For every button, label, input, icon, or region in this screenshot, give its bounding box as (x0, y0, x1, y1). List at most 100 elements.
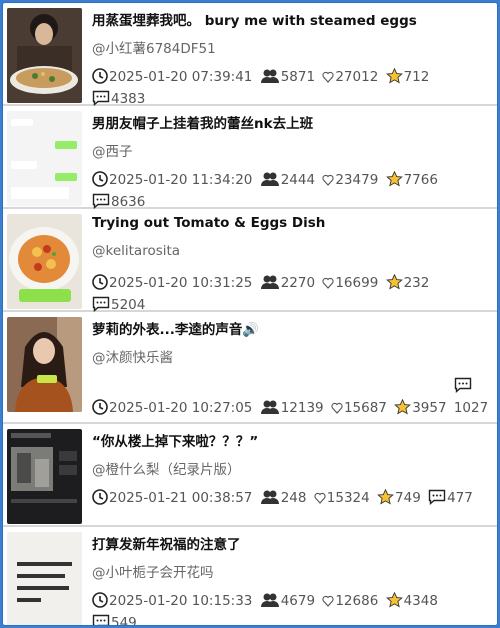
comment-count-text: 1027 (453, 400, 489, 416)
comment-icon (428, 489, 446, 505)
comment-icon (92, 90, 110, 106)
text-card-image (7, 532, 82, 625)
star-count: 232 (385, 272, 429, 294)
star-count-text: 4348 (403, 593, 438, 609)
users-icon (260, 172, 279, 186)
like-count-text: 15324 (326, 490, 370, 506)
heart-icon (322, 595, 334, 607)
post-title[interactable]: “你从楼上掉下来啦？？？” (92, 430, 491, 450)
post-thumbnail[interactable] (7, 429, 82, 524)
post-author[interactable]: @小红薯6784DF51 (92, 37, 216, 57)
users-icon (260, 490, 279, 504)
users-icon (260, 275, 279, 289)
post-stats: 2025-01-20 10:27:05 12139 15687 3957 102… (92, 375, 492, 419)
food-photo-image (7, 8, 82, 103)
post-thumbnail[interactable] (7, 8, 82, 103)
star-count: 4348 (385, 590, 438, 612)
heart-icon (322, 277, 334, 289)
post-card[interactable]: 打算发新年祝福的注意了 @小叶栀子会开花吗 2025-01-20 10:15:3… (3, 527, 497, 625)
heart-icon (331, 402, 343, 414)
post-title[interactable]: 萝莉的外表...李逵的声音🔊 (92, 318, 491, 338)
users-icon (260, 69, 279, 83)
like-count-text: 15687 (343, 400, 387, 416)
comment-count-text: 8636 (111, 194, 146, 210)
clock-icon (92, 399, 108, 415)
video-screenshot-image (7, 429, 82, 524)
star-icon (385, 171, 403, 187)
post-time: 2025-01-20 11:34:20 (92, 169, 252, 191)
like-count-text: 23479 (335, 172, 379, 188)
post-time: 2025-01-21 00:38:57 (92, 487, 252, 509)
like-count: 15324 (314, 487, 370, 509)
like-count-text: 27012 (335, 69, 379, 85)
collect-count: 2270 (260, 272, 315, 294)
heart-icon (314, 492, 326, 504)
post-author[interactable]: @kelitarosita (92, 243, 180, 259)
post-time: 2025-01-20 10:27:05 (92, 397, 252, 419)
collect-count-text: 248 (280, 490, 307, 506)
clock-icon (92, 592, 108, 608)
comment-count-text: 5204 (111, 297, 146, 313)
star-icon (377, 489, 394, 505)
post-time-text: 2025-01-20 10:27:05 (109, 400, 253, 416)
post-time: 2025-01-20 07:39:41 (92, 66, 252, 88)
post-thumbnail[interactable] (7, 532, 82, 625)
post-title[interactable]: 男朋友帽子上挂着我的蕾丝nk去上班 (92, 112, 491, 132)
comment-count-text: 4383 (111, 91, 146, 107)
post-time-text: 2025-01-20 10:15:33 (109, 593, 253, 609)
post-title[interactable]: Trying out Tomato & Eggs Dish (92, 215, 491, 231)
star-icon (394, 399, 412, 415)
post-stats: 2025-01-20 07:39:41 5871 27012 712 4383 (92, 66, 492, 110)
users-icon (260, 593, 279, 607)
post-stats: 2025-01-20 10:15:33 4679 12686 4348 549 (92, 590, 492, 625)
collect-count-text: 4679 (280, 593, 316, 609)
post-time-text: 2025-01-20 11:34:20 (109, 172, 253, 188)
collect-count: 5871 (260, 66, 315, 88)
post-card[interactable]: Trying out Tomato & Eggs Dish @kelitaros… (3, 209, 497, 313)
post-time: 2025-01-20 10:31:25 (92, 272, 252, 294)
post-title[interactable]: 用蒸蛋埋葬我吧。 bury me with steamed eggs (92, 9, 491, 29)
post-author[interactable]: @橙什么梨（纪录片版） (92, 458, 241, 478)
like-count-text: 16699 (335, 275, 379, 291)
collect-count-text: 2444 (280, 172, 316, 188)
like-count: 15687 (331, 397, 387, 419)
collect-count-text: 12139 (280, 400, 324, 416)
star-count-text: 7766 (403, 172, 438, 188)
post-author[interactable]: @沐颜快乐酱 (92, 346, 173, 366)
post-title[interactable]: 打算发新年祝福的注意了 (92, 533, 491, 553)
post-stats: 2025-01-20 10:31:25 2270 16699 232 5204 (92, 272, 492, 316)
like-count: 16699 (322, 272, 378, 294)
like-count: 27012 (322, 66, 378, 88)
star-count: 7766 (385, 169, 438, 191)
comment-count: 1027 (454, 375, 488, 419)
comment-count: 477 (428, 487, 473, 509)
clock-icon (92, 68, 108, 84)
users-icon (260, 400, 279, 414)
post-author[interactable]: @小叶栀子会开花吗 (92, 561, 214, 581)
like-count: 23479 (322, 169, 378, 191)
post-author[interactable]: @西子 (92, 140, 133, 160)
post-time-text: 2025-01-21 00:38:57 (109, 490, 253, 506)
star-count-text: 749 (395, 490, 421, 506)
post-card[interactable]: “你从楼上掉下来啦？？？” @橙什么梨（纪录片版） 2025-01-21 00:… (3, 424, 497, 527)
heart-icon (322, 174, 334, 186)
post-thumbnail[interactable] (7, 317, 82, 412)
like-count-text: 12686 (335, 593, 379, 609)
comment-icon (92, 296, 110, 312)
post-card[interactable]: 男朋友帽子上挂着我的蕾丝nk去上班 @西子 2025-01-20 11:34:2… (3, 106, 497, 210)
star-icon (385, 274, 403, 290)
post-time-text: 2025-01-20 07:39:41 (109, 69, 253, 85)
star-count: 3957 (394, 397, 447, 419)
collect-count-text: 2270 (280, 275, 316, 291)
clock-icon (92, 274, 108, 290)
post-card[interactable]: 用蒸蛋埋葬我吧。 bury me with steamed eggs @小红薯6… (3, 3, 497, 107)
comment-icon (92, 614, 110, 625)
comment-count-text: 477 (447, 490, 473, 506)
post-thumbnail[interactable] (7, 111, 82, 206)
post-card[interactable]: 萝莉的外表...李逵的声音🔊 @沐颜快乐酱 2025-01-20 10:27:0… (3, 312, 497, 424)
clock-icon (92, 171, 108, 187)
comment-count: 549 (92, 612, 137, 625)
post-thumbnail[interactable] (7, 214, 82, 309)
collect-count: 2444 (260, 169, 315, 191)
collect-count: 248 (260, 487, 307, 509)
